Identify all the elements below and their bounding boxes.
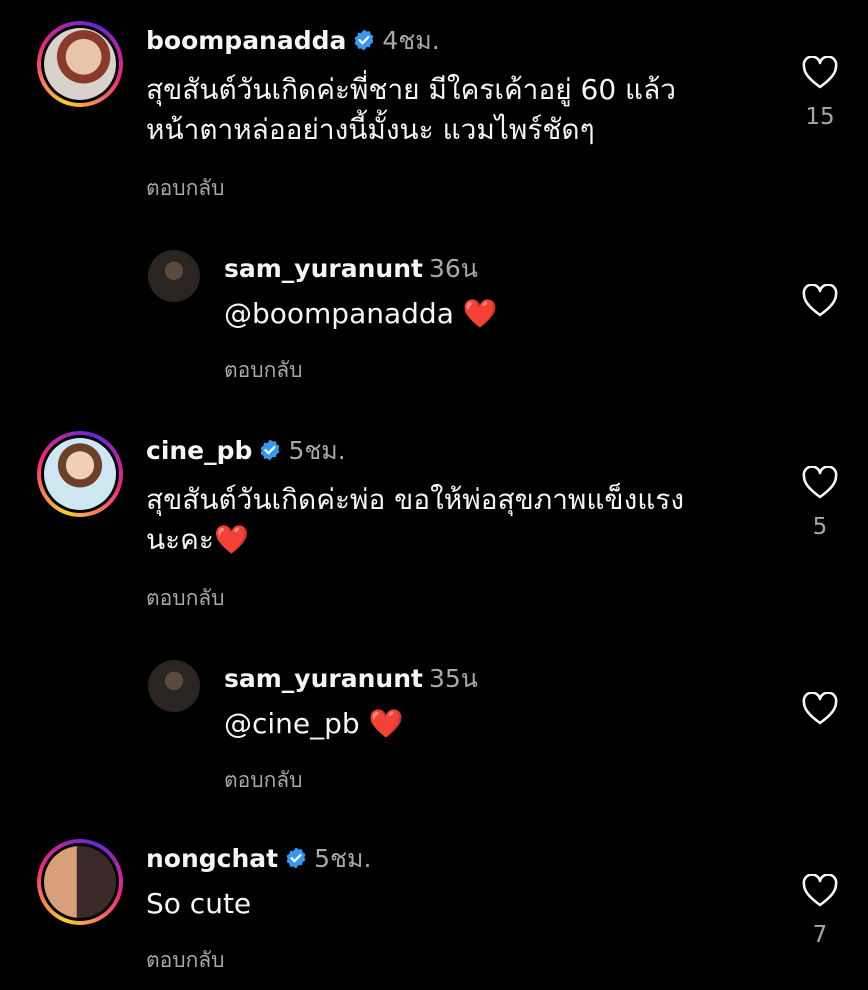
heart-outline-icon[interactable] [801, 283, 839, 318]
reply-button[interactable]: ตอบกลับ [146, 944, 225, 977]
heart-outline-icon[interactable] [801, 691, 839, 726]
avatar[interactable] [148, 250, 200, 302]
comment-text: @boompanadda ❤️ [224, 297, 498, 330]
avatar[interactable] [44, 438, 116, 510]
reply-button[interactable]: ตอบกลับ [146, 172, 225, 205]
username[interactable]: cine_pb [146, 436, 252, 465]
username[interactable]: sam_yuranunt [224, 664, 423, 693]
verified-badge-icon [284, 846, 308, 877]
story-ring[interactable] [37, 21, 123, 107]
comment-header: sam_yuranunt 35น [224, 664, 478, 694]
heart-outline-icon[interactable] [801, 873, 839, 908]
timestamp: 5ชม. [288, 436, 346, 465]
reply-button[interactable]: ตอบกลับ [224, 354, 303, 387]
username[interactable]: nongchat [146, 844, 278, 873]
comment-text: So cute [146, 887, 252, 920]
like-count: 15 [805, 104, 835, 130]
story-ring[interactable] [37, 431, 123, 517]
comment-text: @cine_pb ❤️ [224, 707, 404, 740]
heart-outline-icon[interactable] [801, 465, 839, 500]
timestamp: 4ชม. [382, 26, 440, 55]
username[interactable]: boompanadda [146, 26, 346, 55]
username[interactable]: sam_yuranunt [224, 254, 423, 283]
heart-outline-icon[interactable] [801, 55, 839, 90]
like-count: 5 [812, 514, 828, 540]
comment-text: สุขสันต์วันเกิดค่ะพ่อ ขอให้พ่อสุขภาพแข็ง… [146, 483, 685, 556]
comment-header: sam_yuranunt 36น [224, 254, 478, 284]
comment-header: boompanadda 4ชม. [146, 26, 440, 59]
comment-text: สุขสันต์วันเกิดค่ะพี่ชาย มีใครเค้าอยู่ 6… [146, 73, 676, 146]
avatar[interactable] [44, 846, 116, 918]
timestamp: 35น [428, 664, 478, 693]
story-ring[interactable] [37, 839, 123, 925]
avatar[interactable] [148, 660, 200, 712]
comment-header: cine_pb 5ชม. [146, 436, 346, 469]
timestamp: 5ชม. [314, 844, 372, 873]
avatar[interactable] [44, 28, 116, 100]
reply-button[interactable]: ตอบกลับ [146, 582, 225, 615]
verified-badge-icon [352, 28, 376, 59]
reply-button[interactable]: ตอบกลับ [224, 764, 303, 797]
verified-badge-icon [258, 438, 282, 469]
like-count: 7 [812, 922, 828, 948]
timestamp: 36น [428, 254, 478, 283]
comment-header: nongchat 5ชม. [146, 844, 371, 877]
